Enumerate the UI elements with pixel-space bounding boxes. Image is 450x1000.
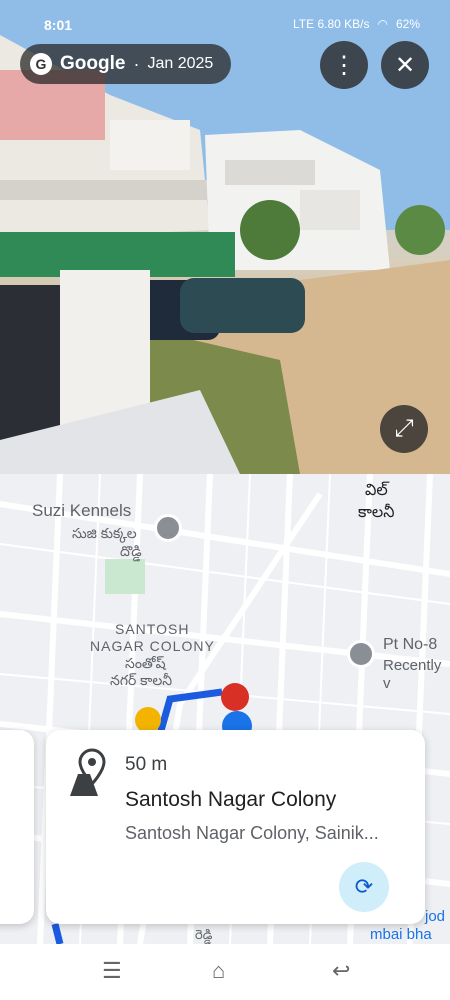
directions-location-icon xyxy=(70,748,106,796)
system-navigation-bar: ☰ ⌂ ↩ xyxy=(0,944,450,1000)
place-title[interactable]: Santosh Nagar Colony xyxy=(125,788,336,812)
place-address: Santosh Nagar Colony, Sainik... xyxy=(125,823,379,843)
google-logo-icon: G xyxy=(30,53,52,75)
area-label-top-te-1: విల్ xyxy=(365,482,388,499)
imagery-source-pill: G Google · Jan 2025 xyxy=(20,44,232,84)
close-icon: ✕ xyxy=(394,51,416,79)
poi-label-suzi-te-1: సుజి కుక్కల xyxy=(72,525,137,541)
poi-label-pt[interactable]: Pt No-8 xyxy=(383,636,437,654)
poi-label-bottom-right-2: mbai bha xyxy=(370,926,432,943)
brand-label: Google xyxy=(60,53,126,74)
location-pin-icon[interactable] xyxy=(347,640,375,668)
area-label-top-te-2: కాలనీ xyxy=(358,504,395,521)
back-icon[interactable]: ↩ xyxy=(332,958,350,984)
area-label-te-2: నగర్ కాలనీ xyxy=(110,672,173,688)
network-indicator: LTE 6.80 KB/s xyxy=(293,17,370,31)
distance-label: 50 m xyxy=(125,754,168,775)
rotate-icon: ⟳ xyxy=(354,874,374,899)
location-pin-icon[interactable] xyxy=(154,514,182,542)
area-label-nagar-colony: NAGAR COLONY xyxy=(90,638,215,654)
battery-level: 62% xyxy=(395,17,420,31)
menu-icon[interactable]: ☰ xyxy=(102,958,122,984)
area-label-te-1: సంతోష్ xyxy=(125,655,166,671)
previous-card[interactable] xyxy=(0,730,34,924)
separator: · xyxy=(133,53,140,74)
poi-label-bottom-right-1: jod xyxy=(425,908,446,925)
home-icon[interactable]: ⌂ xyxy=(212,958,225,984)
wifi-icon: ◠ xyxy=(377,17,388,31)
poi-label-suzi-te-2: దొడ్డి xyxy=(120,543,142,559)
area-label-bottom-mid: రెడ్డి xyxy=(195,927,213,942)
rotate-button[interactable]: ⟳ xyxy=(339,862,389,912)
imagery-date: Jan 2025 xyxy=(147,55,214,72)
more-options-button[interactable]: ⋮ xyxy=(320,41,368,89)
close-button[interactable]: ✕ xyxy=(381,41,429,89)
expand-button[interactable]: ⤢ xyxy=(380,405,428,453)
status-bar: 8:01 LTE 6.80 KB/s ◠ 62% xyxy=(0,0,450,40)
status-indicators: LTE 6.80 KB/s ◠ 62% xyxy=(293,17,420,31)
poi-label-recently: Recently v xyxy=(383,657,442,692)
poi-label-suzi-kennels[interactable]: Suzi Kennels xyxy=(32,502,131,520)
status-time: 8:01 xyxy=(44,17,73,33)
more-vert-icon: ⋮ xyxy=(332,51,356,79)
street-view-panorama[interactable]: 8:01 LTE 6.80 KB/s ◠ 62% G Google · Jan … xyxy=(0,0,450,474)
expand-icon: ⤢ xyxy=(394,415,414,442)
place-card[interactable]: 50 m Santosh Nagar Colony Santosh Nagar … xyxy=(46,730,425,924)
area-label-santosh: SANTOSH xyxy=(115,621,190,637)
